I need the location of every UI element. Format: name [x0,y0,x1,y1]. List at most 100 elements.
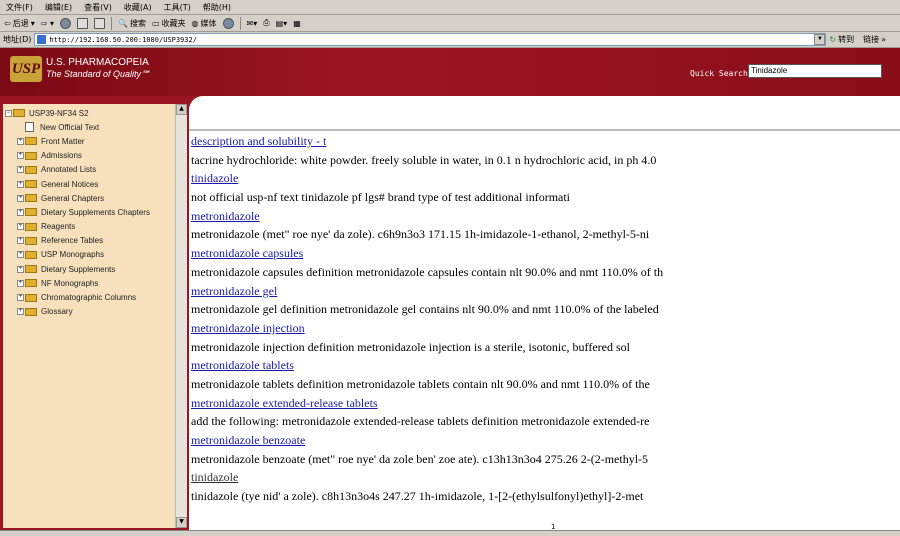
result-snippet: metronidazole injection definition metro… [191,339,630,354]
tree-item[interactable]: + Admissions [3,149,175,163]
expand-icon[interactable]: + [17,308,24,316]
result-snippet: metronidazole benzoate (met" roe nye' da… [191,451,649,466]
address-label: 地址(D) [3,35,32,44]
tree-item[interactable]: + USP Monographs [3,248,175,262]
menu-item[interactable]: 收藏(A) [124,2,152,13]
discuss-button[interactable]: ▦ [293,19,301,28]
menu-item[interactable]: 工具(T) [164,2,191,13]
expand-icon[interactable]: + [17,152,24,160]
folder-icon [25,165,37,174]
tree-root[interactable]: − USP39-NF34 S2 [3,106,175,120]
go-arrow-icon: ↻ [829,35,837,44]
brand-tagline: The Standard of Quality℠ [46,69,151,79]
tree-item[interactable]: + Dietary Supplements [3,262,175,276]
page-icon [37,35,47,44]
expand-icon[interactable]: + [17,137,24,145]
forward-button[interactable]: ⇨ ▾ [41,19,54,28]
expand-icon[interactable]: + [17,223,24,231]
result-link[interactable]: metronidazole tablets [191,356,663,375]
expand-icon[interactable]: + [17,265,24,273]
result-link[interactable]: tinidazole [191,169,663,188]
address-bar: 地址(D) http://192.168.50.200:1080/USP3932… [0,32,900,48]
mail-button[interactable]: ✉▾ [247,19,258,28]
brand-title: U.S. PHARMACOPEIA [46,57,149,68]
result-link[interactable]: metronidazole [191,207,663,226]
tree-item[interactable]: + NF Monographs [3,276,175,290]
result-link[interactable]: tinidazole [191,468,663,487]
expand-icon[interactable]: + [17,194,24,202]
result-snippet: tinidazole (tye nid' a zole). c8h13n3o4s… [191,489,644,504]
tree-item[interactable]: + Front Matter [3,134,175,148]
menu-item[interactable]: 帮助(H) [203,2,231,13]
collapse-icon[interactable]: − [5,109,12,117]
quick-search-input[interactable]: Tinidazole [748,64,882,78]
search-button[interactable]: 🔍 搜索 [118,18,146,29]
menu-item[interactable]: 文件(F) [6,2,33,13]
result-snippet: metronidazole capsules definition metron… [191,264,664,279]
result-link[interactable]: description and solubility - t [191,132,663,151]
result-link[interactable]: metronidazole extended-release tablets [191,394,663,413]
divider [110,16,112,30]
result-link[interactable]: metronidazole injection [191,319,663,338]
expand-icon[interactable]: + [17,166,24,174]
expand-icon[interactable]: + [17,251,24,259]
menu-item[interactable]: 编辑(E) [45,2,72,13]
tree-item[interactable]: + Reference Tables [3,234,175,248]
result-snippet: metronidazole tablets definition metroni… [191,376,650,391]
tree-item[interactable]: + Reagents [3,220,175,234]
result-link[interactable]: metronidazole gel [191,282,663,301]
expand-icon[interactable]: + [17,279,24,287]
tree-item[interactable]: + Glossary [3,305,175,319]
history-icon[interactable] [222,17,234,29]
favorites-icon: ▭ [151,18,160,28]
tree-item[interactable]: + General Notices [3,177,175,191]
media-button[interactable]: ◍ 媒体 [192,18,217,29]
expand-icon[interactable]: + [17,180,24,188]
tree-item[interactable]: + General Chapters [3,191,175,205]
favorites-button[interactable]: ▭ 收藏夹 [152,18,186,29]
folder-icon [25,236,37,245]
usp-banner: USP U.S. PHARMACOPEIA The Standard of Qu… [0,48,900,96]
scroll-up-icon[interactable]: ▲ [176,104,187,115]
main-frame: description and solubility - t tacrine hy… [187,96,900,531]
tree-scrollbar[interactable]: ▲ ▼ [175,104,187,528]
expand-icon[interactable]: + [17,294,24,302]
tree-item[interactable]: + Dietary Supplements Chapters [3,205,175,219]
folder-icon [25,222,37,231]
print-button[interactable]: ⎙ [263,18,269,28]
result-snippet: metronidazole gel definition metronidazo… [191,302,659,317]
result-snippet: not official usp-nf text tinidazole pf l… [191,190,571,205]
folder-icon [25,307,37,316]
tree-items: New Official Text + Front Matter + Admission… [3,120,175,319]
back-arrow-icon: ⇦ [4,18,11,28]
home-icon[interactable] [93,17,105,29]
folder-icon [25,250,37,259]
expand-icon[interactable]: + [17,208,24,216]
back-button[interactable]: ⇦ 后退 ▾ [4,18,35,29]
folder-icon [25,137,37,146]
navigation-panel: − USP39-NF34 S2 New Official Text + Front M… [0,96,187,530]
expand-icon[interactable]: + [17,237,24,245]
result-snippet: tacrine hydrochloride: white powder. fre… [191,152,657,167]
toolbar: ⇦ 后退 ▾ ⇨ ▾ 🔍 搜索 ▭ 收藏夹 ◍ 媒体 ✉▾ ⎙ ▤▾ ▦ [0,15,900,32]
result-link[interactable]: metronidazole benzoate [191,431,663,450]
go-button[interactable]: ↻ 转到 [829,34,854,45]
links-button[interactable]: 链接 » [863,34,886,45]
menu-bar: 文件(F) 编辑(E) 查看(V) 收藏(A) 工具(T) 帮助(H) [0,0,900,15]
scroll-down-icon[interactable]: ▼ [176,517,187,528]
tree-item[interactable]: + Annotated Lists [3,163,175,177]
address-input[interactable]: http://192.168.50.200:1080/USP3932/▼ [34,33,827,46]
menu-item[interactable]: 查看(V) [84,2,112,13]
refresh-icon[interactable] [76,17,88,29]
media-icon: ◍ [191,18,199,28]
result-link[interactable]: metronidazole capsules [191,244,663,263]
address-dropdown-button[interactable]: ▼ [814,34,826,45]
quick-search-label: Quick Search [690,69,748,78]
result-snippet: metronidazole (met" roe nye' da zole). c… [191,227,650,242]
search-icon: 🔍 [117,18,128,28]
result-snippet: add the following: metronidazole extende… [191,414,650,429]
edit-button[interactable]: ▤▾ [276,19,288,28]
stop-icon[interactable] [59,17,71,29]
tree-item[interactable]: New Official Text [3,120,175,134]
tree-item[interactable]: + Chromatographic Columns [3,290,175,304]
